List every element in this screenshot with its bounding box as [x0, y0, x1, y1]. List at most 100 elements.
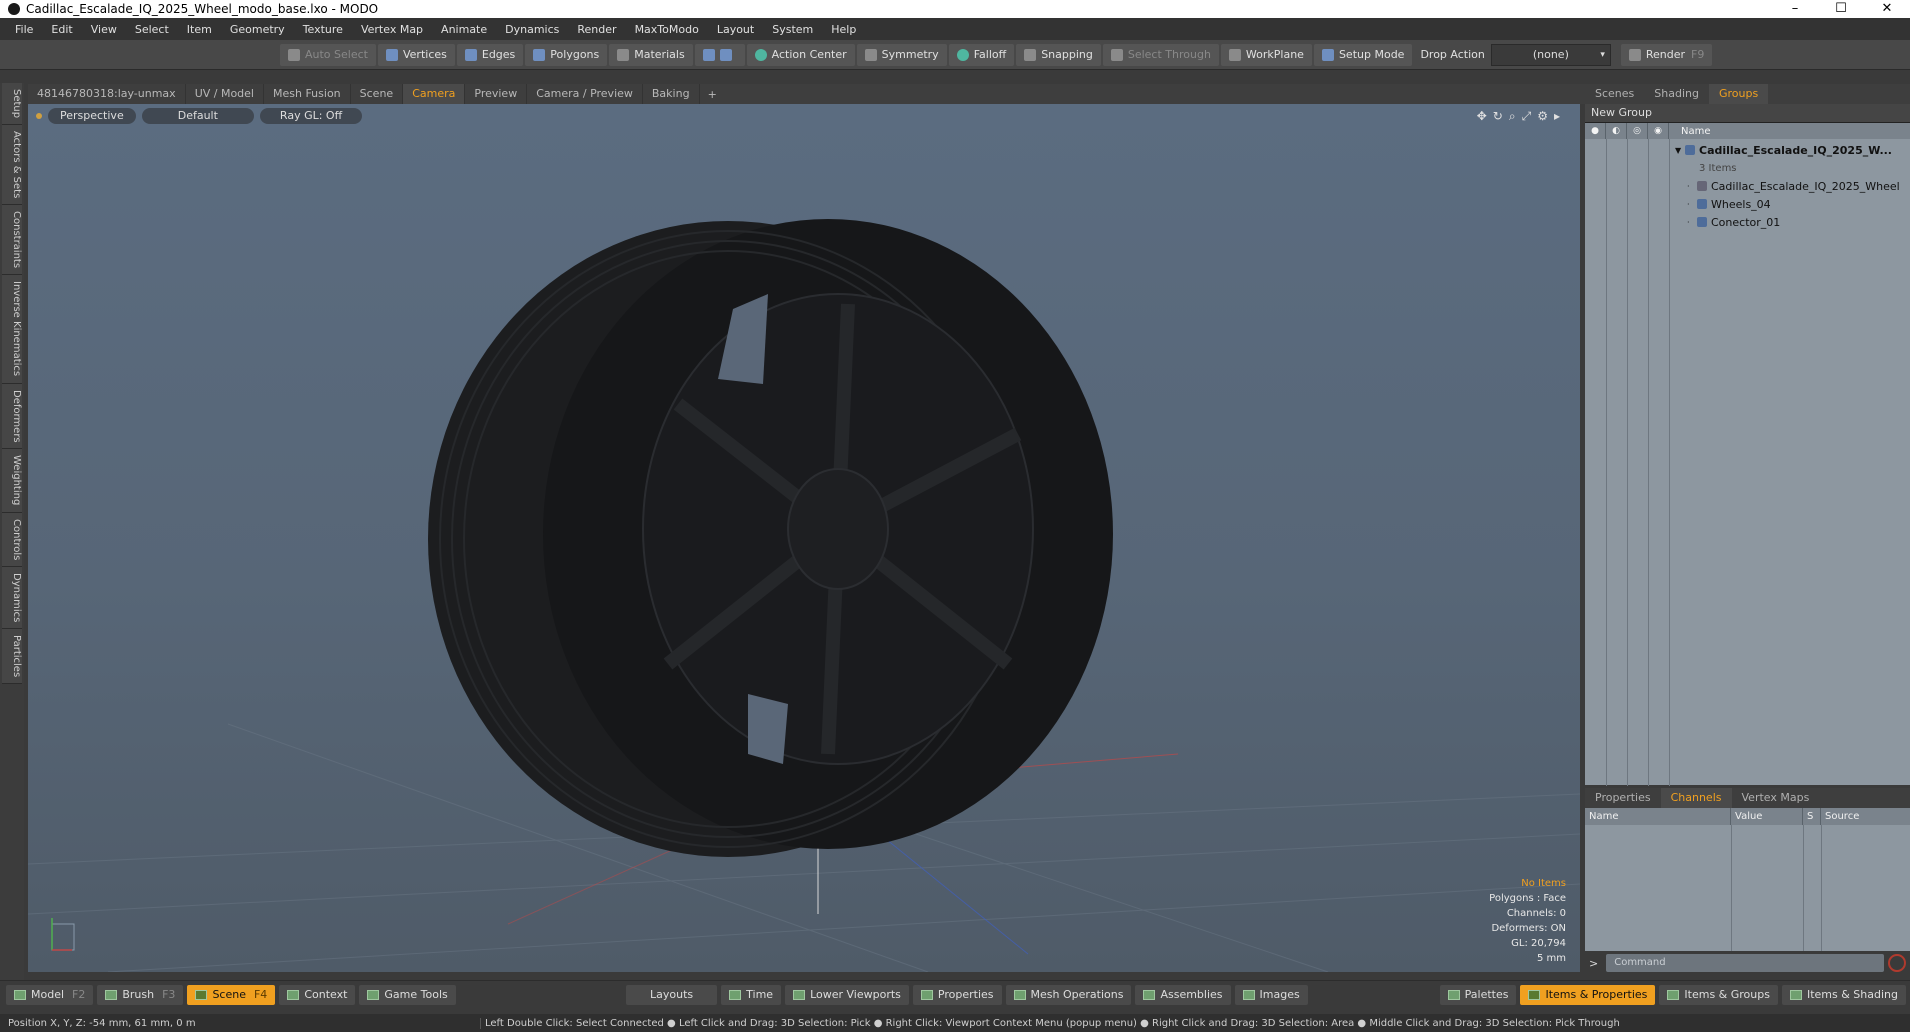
- symmetry-icon: [864, 48, 877, 61]
- close-button[interactable]: ✕: [1864, 0, 1910, 18]
- items-properties-button[interactable]: Items & Properties: [1520, 984, 1656, 1005]
- time-button[interactable]: Time: [721, 984, 782, 1005]
- render-button[interactable]: Render F9: [1620, 43, 1713, 66]
- select-toggle-icon[interactable]: ◉: [1648, 123, 1669, 139]
- 3d-viewport[interactable]: Perspective Default Ray GL: Off ✥ ↻ ⌕ ⤢ …: [28, 104, 1580, 972]
- shading-dropdown[interactable]: Default: [141, 108, 254, 124]
- mesh-operations-button[interactable]: Mesh Operations: [1005, 984, 1132, 1005]
- maximize-button[interactable]: ☐: [1818, 0, 1864, 18]
- tab-actors-sets[interactable]: Actors & Sets: [2, 125, 22, 206]
- context-layout-button[interactable]: Context: [279, 984, 356, 1005]
- new-group-button[interactable]: New Group: [1585, 104, 1910, 122]
- visibility-eye-icon[interactable]: ●: [1585, 123, 1606, 139]
- command-execute-icon[interactable]: [1888, 954, 1906, 972]
- menu-texture[interactable]: Texture: [294, 23, 352, 36]
- vertices-button[interactable]: Vertices: [377, 43, 455, 66]
- minimize-button[interactable]: –: [1772, 0, 1818, 18]
- tab-particles[interactable]: Particles: [2, 629, 22, 685]
- tab-scenes[interactable]: Scenes: [1585, 84, 1644, 104]
- tab-vertex-maps[interactable]: Vertex Maps: [1732, 788, 1820, 808]
- tab-deformers[interactable]: Deformers: [2, 383, 22, 450]
- polygons-button[interactable]: Polygons: [525, 43, 608, 66]
- add-tab-button[interactable]: +: [700, 88, 725, 101]
- drop-action-select[interactable]: (none): [1490, 43, 1611, 66]
- channel-name-header: Name: [1585, 808, 1731, 825]
- menu-view[interactable]: View: [82, 23, 126, 36]
- menu-select[interactable]: Select: [126, 23, 178, 36]
- menu-file[interactable]: File: [6, 23, 42, 36]
- brush-layout-button[interactable]: Brush F3: [97, 984, 184, 1005]
- fit-icon[interactable]: ⤢: [1522, 109, 1532, 124]
- menu-render[interactable]: Render: [568, 23, 625, 36]
- menu-vertex-map[interactable]: Vertex Map: [352, 23, 432, 36]
- lower-viewports-button[interactable]: Lower Viewports: [785, 984, 909, 1005]
- materials-button[interactable]: Materials: [609, 43, 693, 66]
- tab-channels[interactable]: Channels: [1660, 788, 1732, 808]
- scene-layout-button[interactable]: Scene F4: [187, 984, 276, 1005]
- raygl-toggle[interactable]: Ray GL: Off: [259, 108, 363, 124]
- edges-button[interactable]: Edges: [456, 43, 524, 66]
- tab-camera-preview[interactable]: Camera / Preview: [527, 84, 643, 104]
- menu-item[interactable]: Item: [178, 23, 221, 36]
- workplane-button[interactable]: WorkPlane: [1220, 43, 1312, 66]
- group-root-row[interactable]: ▼ Cadillac_Escalade_IQ_2025_W...: [1675, 141, 1910, 159]
- tab-uv-model[interactable]: UV / Model: [186, 84, 264, 104]
- menu-edit[interactable]: Edit: [42, 23, 81, 36]
- rotate-icon[interactable]: ↻: [1493, 109, 1503, 124]
- tab-groups[interactable]: Groups: [1708, 84, 1769, 104]
- action-center-button[interactable]: Action Center: [746, 43, 855, 66]
- menu-dynamics[interactable]: Dynamics: [496, 23, 568, 36]
- render-toggle-icon[interactable]: ◐: [1606, 123, 1627, 139]
- group-child-row[interactable]: · Cadillac_Escalade_IQ_2025_Wheel: [1675, 177, 1910, 195]
- lock-icon[interactable]: ◎: [1627, 123, 1648, 139]
- tab-preview[interactable]: Preview: [465, 84, 528, 104]
- images-button[interactable]: Images: [1234, 984, 1308, 1005]
- tab-weighting[interactable]: Weighting: [2, 449, 22, 513]
- group-child-row[interactable]: · Wheels_04: [1675, 195, 1910, 213]
- menu-system[interactable]: System: [763, 23, 822, 36]
- position-readout: Position X, Y, Z: -54 mm, 61 mm, 0 m: [8, 1017, 196, 1029]
- model-layout-button[interactable]: Model F2: [6, 984, 94, 1005]
- action-center-icon: [754, 48, 767, 61]
- layouts-button[interactable]: Layouts: [626, 984, 718, 1005]
- component-mode-button[interactable]: [694, 43, 745, 66]
- select-through-button[interactable]: Select Through: [1102, 43, 1219, 66]
- game-tools-layout-button[interactable]: Game Tools: [359, 984, 456, 1005]
- menu-animate[interactable]: Animate: [432, 23, 496, 36]
- items-groups-button[interactable]: Items & Groups: [1659, 984, 1778, 1005]
- snapping-button[interactable]: Snapping: [1016, 43, 1101, 66]
- tab-scene[interactable]: Scene: [351, 84, 404, 104]
- properties-button[interactable]: Properties: [912, 984, 1002, 1005]
- tab-layout-unmax[interactable]: 48146780318:lay-unmax: [28, 84, 186, 104]
- tab-properties[interactable]: Properties: [1585, 788, 1661, 808]
- tab-controls[interactable]: Controls: [2, 512, 22, 567]
- viewport-options-icon[interactable]: [36, 113, 42, 119]
- pan-icon[interactable]: ✥: [1477, 109, 1487, 124]
- tab-constraints[interactable]: Constraints: [2, 205, 22, 276]
- perspective-dropdown[interactable]: Perspective: [48, 108, 136, 124]
- setup-mode-button[interactable]: Setup Mode: [1313, 43, 1413, 66]
- items-shading-button[interactable]: Items & Shading: [1781, 984, 1906, 1005]
- settings-gear-icon[interactable]: ⚙: [1537, 109, 1548, 124]
- command-input[interactable]: Command: [1606, 954, 1884, 972]
- tab-mesh-fusion[interactable]: Mesh Fusion: [264, 84, 351, 104]
- menu-geometry[interactable]: Geometry: [221, 23, 294, 36]
- menu-layout[interactable]: Layout: [708, 23, 763, 36]
- tab-shading[interactable]: Shading: [1644, 84, 1709, 104]
- group-child-row[interactable]: · Conector_01: [1675, 213, 1910, 231]
- palettes-button[interactable]: Palettes: [1439, 984, 1517, 1005]
- tab-dynamics[interactable]: Dynamics: [2, 566, 22, 630]
- tab-inverse-kinematics[interactable]: Inverse Kinematics: [2, 275, 22, 384]
- auto-select-button[interactable]: Auto Select: [280, 43, 376, 66]
- falloff-button[interactable]: Falloff: [948, 43, 1015, 66]
- collapse-icon[interactable]: ▼: [1675, 146, 1685, 155]
- tab-baking[interactable]: Baking: [643, 84, 700, 104]
- menu-maxtomodo[interactable]: MaxToModo: [626, 23, 708, 36]
- zoom-icon[interactable]: ⌕: [1509, 109, 1516, 124]
- symmetry-button[interactable]: Symmetry: [856, 43, 947, 66]
- expand-arrow-icon[interactable]: ▸: [1554, 109, 1560, 124]
- tab-setup[interactable]: Setup: [2, 83, 22, 126]
- tab-camera[interactable]: Camera: [403, 84, 466, 104]
- menu-help[interactable]: Help: [822, 23, 865, 36]
- assemblies-button[interactable]: Assemblies: [1135, 984, 1231, 1005]
